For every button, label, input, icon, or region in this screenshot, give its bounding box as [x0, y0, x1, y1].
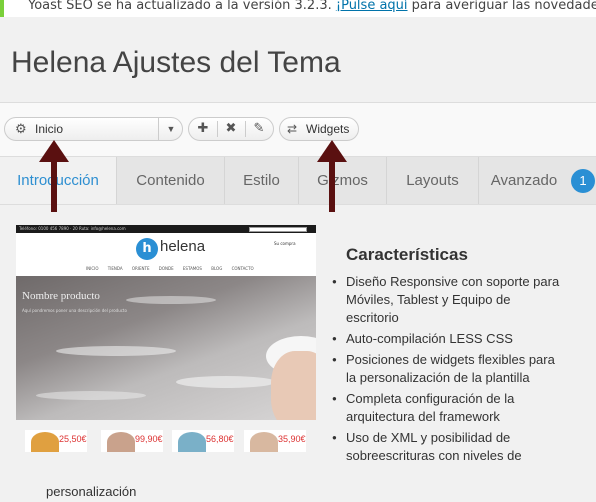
annotation-arrow-shaft	[51, 160, 57, 212]
preview-logo-icon: h	[136, 238, 158, 260]
preset-actions: ✚ ✖ ✎	[188, 117, 274, 141]
list-item: Posiciones de widgets flexibles para la …	[332, 351, 562, 387]
update-notice: Yoast SEO se ha actualizado a la versión…	[0, 0, 596, 17]
notice-text: Yoast SEO se ha actualizado a la versión…	[28, 0, 336, 13]
preview-cart: Su compra	[274, 241, 296, 246]
edit-icon[interactable]: ✎	[245, 118, 273, 140]
tab-bar: Introducción Contenido Estilo Gizmos Lay…	[0, 156, 596, 205]
widgets-button-label: Widgets	[306, 122, 350, 136]
preview-products: 25,50€ 99,90€ 56,80€ 35,90€	[16, 430, 316, 452]
product-price: 99,90€	[135, 434, 163, 444]
list-item: Diseño Responsive con soporte para Móvil…	[332, 273, 562, 327]
list-item: Uso de XML y posibilidad de sobreescritu…	[332, 429, 562, 465]
delete-icon[interactable]: ✖	[217, 118, 245, 140]
tab-contenido[interactable]: Contenido	[117, 157, 225, 204]
preview-topbar-text: Teléfono: 0100 456 7890 · 20 Ruta: info@…	[19, 226, 126, 231]
preview-search	[249, 227, 307, 232]
product-image	[31, 432, 59, 452]
product-price: 35,90€	[278, 434, 306, 444]
list-item: Auto-compilación LESS CSS	[332, 330, 562, 348]
product-card: 99,90€	[101, 430, 163, 452]
preview-hero: Nombre producto Aquí pondremos poner una…	[16, 276, 316, 420]
refresh-icon: ⇄	[287, 122, 298, 136]
tab-avanzado[interactable]: Avanzado	[479, 157, 569, 204]
chevron-down-icon[interactable]: ▼	[158, 118, 183, 140]
preview-hero-title: Nombre producto	[22, 290, 100, 302]
product-card: 25,50€	[25, 430, 87, 452]
page-title: Helena Ajustes del Tema	[11, 46, 341, 79]
features-title: Características	[346, 245, 468, 264]
product-image	[178, 432, 206, 452]
preview-logo-text: helena	[160, 238, 206, 255]
features-continuation: personalización	[46, 484, 137, 499]
tab-estilo[interactable]: Estilo	[225, 157, 299, 204]
preview-nav: INICIO TIENDA ORIENTE DONDE ESTAMOS BLOG…	[86, 266, 254, 271]
preset-select-value: Inicio	[35, 122, 64, 136]
list-item: Completa configuración de la arquitectur…	[332, 390, 562, 426]
tab-gizmos[interactable]: Gizmos	[299, 157, 387, 204]
annotation-arrow-shaft	[329, 160, 335, 212]
preview-hero-desc: Aquí pondremos poner una descripción del…	[22, 308, 127, 313]
product-image	[250, 432, 278, 452]
tab-badge: 1	[571, 169, 595, 193]
product-card: 56,80€	[172, 430, 234, 452]
annotation-arrow-head	[317, 140, 347, 162]
preset-select[interactable]: ⚙ Inicio ▼	[4, 117, 183, 141]
product-price: 25,50€	[59, 434, 87, 444]
add-icon[interactable]: ✚	[189, 118, 217, 140]
widgets-button[interactable]: ⇄ Widgets	[279, 117, 359, 141]
product-price: 56,80€	[206, 434, 234, 444]
gear-icon: ⚙	[15, 121, 27, 136]
notice-text-end: para averiguar las novedades!	[407, 0, 596, 13]
annotation-arrow-head	[39, 140, 69, 162]
notice-link[interactable]: ¡Pulse aquí	[336, 0, 408, 13]
product-card: 35,90€	[244, 430, 306, 452]
tab-layouts[interactable]: Layouts	[387, 157, 479, 204]
preview-model	[271, 351, 316, 420]
theme-preview-image: Teléfono: 0100 456 7890 · 20 Ruta: info@…	[16, 225, 316, 420]
product-image	[107, 432, 135, 452]
features-list: Diseño Responsive con soporte para Móvil…	[332, 273, 562, 468]
tab-introduccion[interactable]: Introducción	[0, 157, 117, 204]
